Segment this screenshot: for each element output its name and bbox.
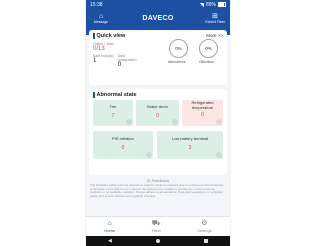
exhibit-fleet-label: Exhibit Fleet: [205, 19, 225, 24]
system-navigation-bar: ◀: [86, 236, 230, 246]
sale-found-value[interactable]: 1: [93, 58, 114, 65]
home-outline-icon: ⌂: [98, 12, 104, 20]
tile-low-battery-terminal[interactable]: Low battery terminal 3: [157, 131, 223, 159]
status-bar: 15:38 89%: [86, 0, 230, 9]
online-total-value[interactable]: 0/13: [93, 46, 136, 53]
utilization-percent: 0%: [205, 46, 212, 51]
truck-icon: ⛟: [151, 220, 161, 227]
message-button[interactable]: ⌂ Message: [89, 13, 113, 24]
abnormal-state-title: Abnormal state: [96, 92, 137, 98]
home-icon: ⌂: [107, 220, 112, 227]
tire-icon: [126, 119, 132, 125]
pressure-icon: [146, 152, 152, 158]
more-link[interactable]: More >>: [206, 33, 223, 38]
back-icon[interactable]: ◀: [108, 238, 112, 244]
utilization-label: Utilization: [199, 60, 215, 64]
recents-icon[interactable]: [203, 239, 208, 243]
app-screen: 15:38 89% ⌂ Message DAVECO ⊞ Exhibit Fle…: [86, 0, 230, 246]
utilization-ring[interactable]: 0%: [199, 39, 218, 58]
battery-icon: [218, 2, 226, 7]
tile-refrigerated-temperature[interactable]: Refrigerated temperature 0: [182, 100, 223, 126]
app-header: ⌂ Message DAVECO ⊞ Exhibit Fleet: [86, 9, 230, 27]
signal-icon: [198, 2, 204, 7]
data-integration-value[interactable]: 0: [118, 62, 136, 69]
battery-low-icon: [216, 152, 222, 158]
attendance-ring[interactable]: 0%: [169, 39, 188, 58]
thermometer-icon: [216, 119, 222, 125]
exhibit-fleet-button[interactable]: ⊞ Exhibit Fleet: [203, 13, 227, 24]
home-circle-icon[interactable]: [155, 239, 160, 243]
data-integration-label: Data (integration): [117, 54, 137, 62]
quick-view-title: Quick view: [96, 33, 126, 39]
nav-fleet[interactable]: ⛟ Fleet: [152, 220, 161, 233]
bottom-navigation: ⌂ Home ⛟ Fleet ⚙ Settings: [86, 216, 230, 236]
attendance-label: Attendance: [168, 60, 186, 64]
tile-brake-drum[interactable]: Brake drum 0: [136, 100, 179, 126]
nav-home[interactable]: ⌂ Home: [104, 220, 115, 233]
settings-icon: ⚙: [201, 220, 208, 227]
quick-view-card: Quick view More >> Online / Total 0/13 S…: [89, 30, 227, 85]
status-time: 15:38: [90, 1, 103, 8]
battery-percent: 89%: [205, 1, 216, 8]
abnormal-state-card: Abnormal state Tire 7 Brake drum 0 Refri…: [89, 89, 227, 175]
grid-icon: ⊞: [212, 12, 218, 20]
nav-settings[interactable]: ⚙ Settings: [197, 220, 211, 233]
app-title: DAVECO: [142, 14, 174, 22]
brake-icon: [172, 119, 178, 125]
disclaimer-text: The SmartGo safety warning assistance sy…: [90, 183, 224, 198]
message-label: Message: [93, 19, 109, 24]
tile-tire[interactable]: Tire 7: [93, 100, 133, 126]
attendance-percent: 0%: [175, 46, 182, 51]
tile-pis-reflation[interactable]: PIS reflation 0: [93, 131, 153, 159]
